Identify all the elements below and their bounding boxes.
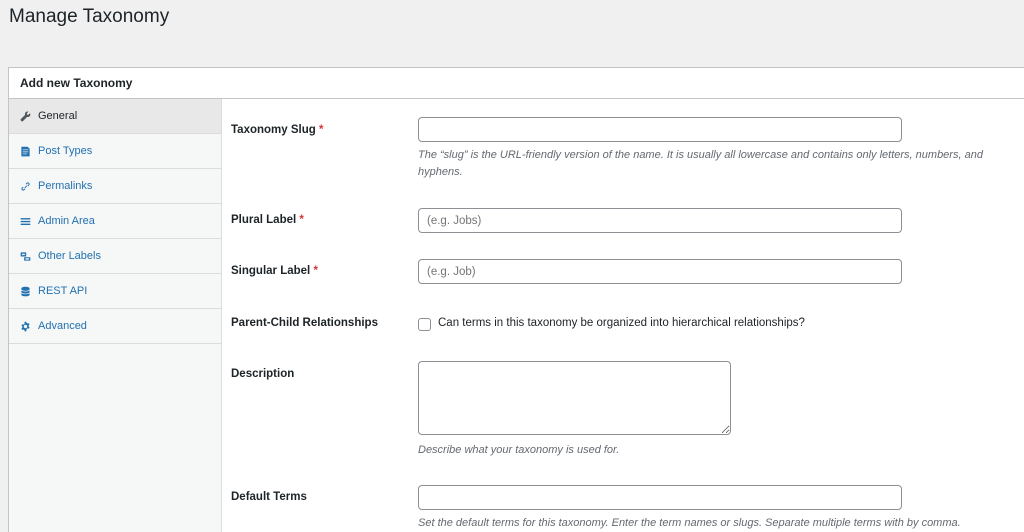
taxonomy-slug-description-line1: The “slug” is the URL-friendly version o…: [418, 149, 983, 161]
sidebar-item-post-types[interactable]: Post Types: [9, 134, 221, 169]
required-mark: *: [318, 124, 324, 136]
description-help: Describe what your taxonomy is used for.: [418, 444, 620, 456]
form-content: Taxonomy Slug * The “slug” is the URL-fr…: [222, 99, 1024, 532]
taxonomy-slug-label-text: Taxonomy Slug: [231, 124, 316, 136]
panel-title: Add new Taxonomy: [9, 68, 1024, 99]
sidebar-item-admin-area[interactable]: Admin Area: [9, 204, 221, 239]
sidebar-item-permalinks[interactable]: Permalinks: [9, 169, 221, 204]
page-title: Manage Taxonomy: [9, 6, 170, 27]
sidebar-item-other-labels[interactable]: Other Labels: [9, 239, 221, 274]
labels-icon: [19, 250, 31, 262]
sidebar-item-label: REST API: [38, 285, 88, 297]
singular-label-text: Singular Label: [231, 265, 311, 277]
plural-label-label: Plural Label *: [231, 214, 304, 226]
sidebar-item-label: Permalinks: [38, 180, 93, 192]
sidebar-item-advanced[interactable]: Advanced: [9, 309, 221, 344]
gear-icon: [19, 320, 31, 332]
parent-child-checkbox[interactable]: [418, 318, 431, 331]
taxonomy-slug-label: Taxonomy Slug *: [231, 124, 323, 136]
required-mark: *: [313, 265, 318, 277]
database-icon: [19, 285, 31, 297]
sidebar-item-label: Post Types: [38, 145, 93, 157]
sidebar-item-general[interactable]: General: [9, 99, 221, 134]
description-label: Description: [231, 368, 295, 380]
default-terms-help: Set the default terms for this taxonomy.…: [418, 517, 961, 529]
taxonomy-slug-description: The “slug” is the URL-friendly version o…: [418, 147, 1024, 181]
plural-label-text: Plural Label: [231, 214, 297, 226]
singular-label-input[interactable]: [418, 259, 902, 284]
settings-sidebar: General Post Types Permalinks Admin Area…: [9, 99, 222, 532]
wrench-icon: [19, 110, 31, 122]
menu-icon: [19, 215, 31, 227]
required-mark: *: [299, 214, 304, 226]
sidebar-item-label: Other Labels: [38, 250, 101, 262]
link-icon: [19, 180, 31, 192]
parent-child-checkbox-label: Can terms in this taxonomy be organized …: [438, 317, 805, 329]
singular-label-label: Singular Label *: [231, 265, 318, 277]
parent-child-label: Parent-Child Relationships: [231, 317, 378, 329]
default-terms-label: Default Terms: [231, 491, 307, 503]
sidebar-item-label: General: [38, 110, 78, 122]
description-textarea[interactable]: [418, 361, 731, 435]
sidebar-item-label: Advanced: [38, 320, 87, 332]
plural-label-input[interactable]: [418, 208, 902, 233]
taxonomy-slug-input[interactable]: [418, 117, 902, 142]
sidebar-item-label: Admin Area: [38, 215, 95, 227]
default-terms-input[interactable]: [418, 485, 902, 510]
post-icon: [19, 145, 31, 157]
taxonomy-slug-description-line2: hyphens.: [418, 166, 463, 178]
taxonomy-panel: Add new Taxonomy General Post Types Perm…: [8, 67, 1024, 532]
sidebar-item-rest-api[interactable]: REST API: [9, 274, 221, 309]
